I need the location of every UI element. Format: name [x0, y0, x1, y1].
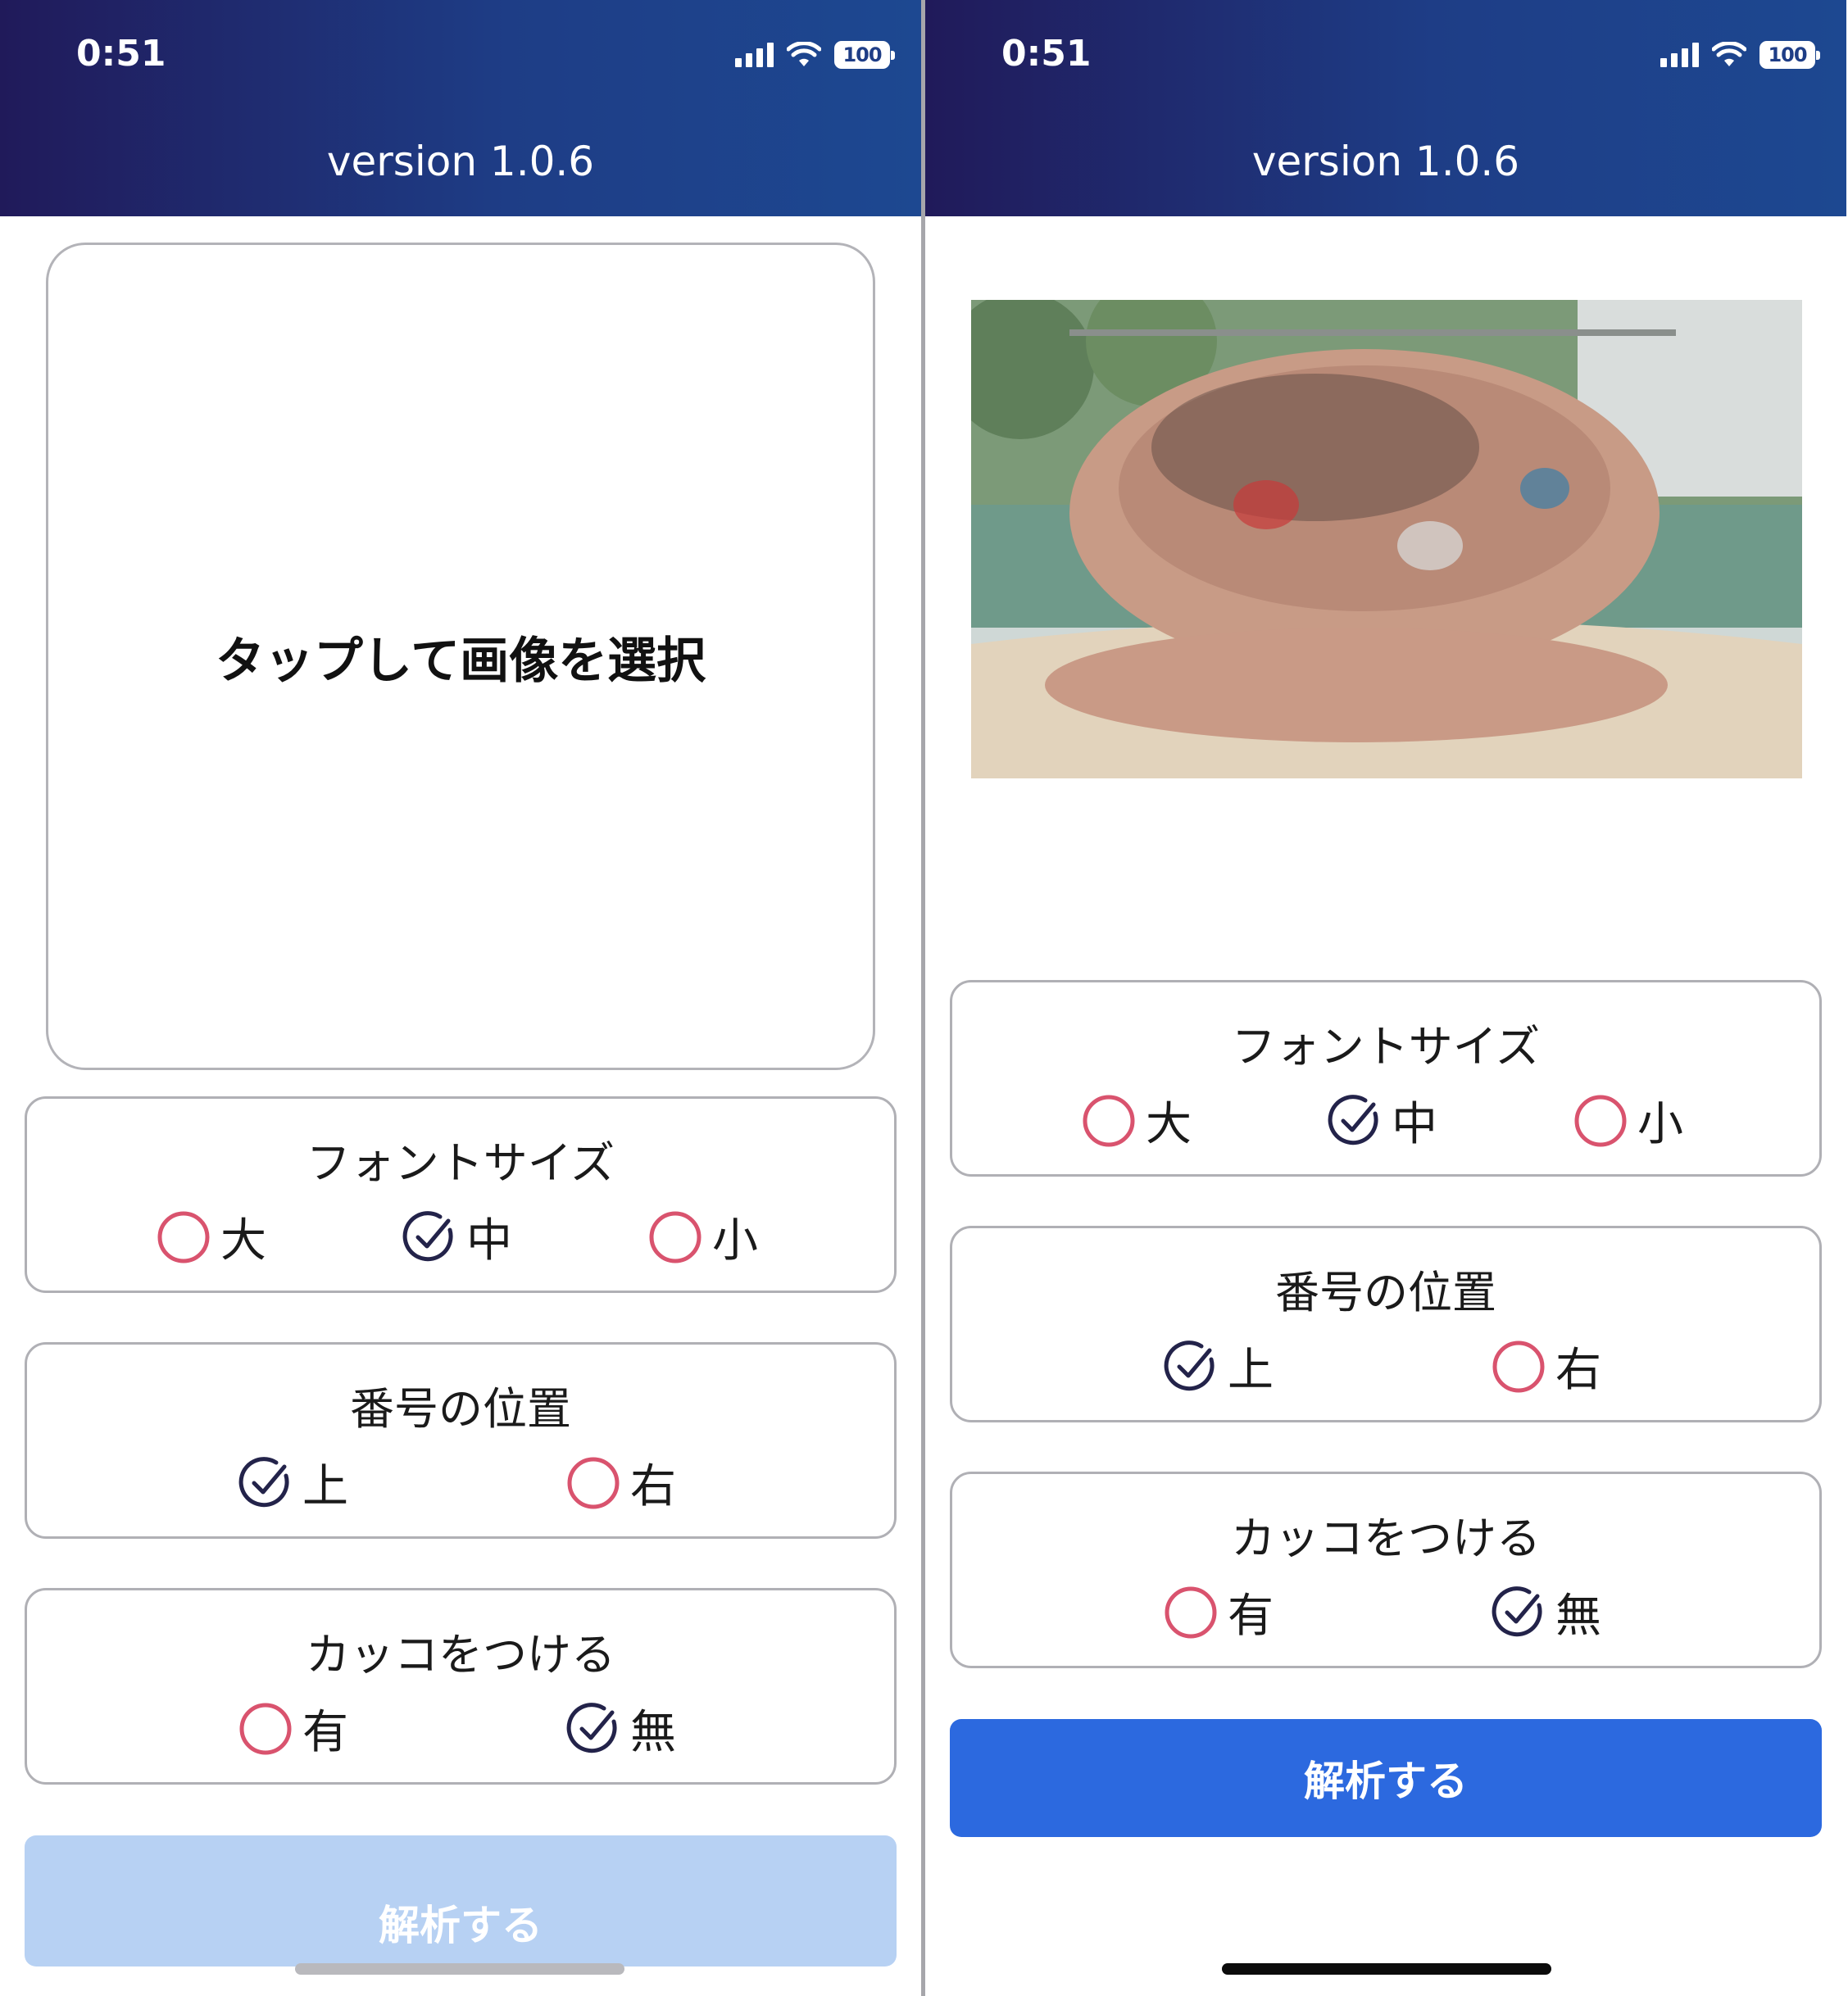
brackets-no-label: 無 — [630, 1706, 676, 1759]
number-position-title: 番号の位置 — [350, 1383, 571, 1435]
radio-unchecked-icon — [1165, 1586, 1217, 1638]
radio-unchecked-icon — [567, 1457, 620, 1508]
status-icons: 100 — [1660, 41, 1820, 69]
screen-after-image: 0:51 100 version 1.0.6 フォントサイズ 大 中 小 番号の… — [925, 0, 1846, 1996]
app-header: 0:51 100 version 1.0.6 — [925, 0, 1846, 216]
radio-unchecked-icon — [239, 1703, 292, 1754]
radio-unchecked-icon — [1492, 1340, 1545, 1392]
number-position-card: 番号の位置 上 右 — [950, 1226, 1822, 1422]
radio-checked-icon — [566, 1702, 617, 1753]
brackets-card: カッコをつける 有 無 — [25, 1588, 897, 1785]
brackets-option-no[interactable]: 無 — [1492, 1579, 1601, 1645]
status-time: 0:51 — [76, 33, 166, 75]
selected-photo[interactable] — [971, 300, 1802, 778]
image-picker-area[interactable]: タップして画像を選択 — [46, 243, 875, 1070]
number-position-option-right[interactable]: 右 — [566, 1449, 676, 1516]
battery-level: 100 — [1768, 43, 1807, 66]
font-size-large-label: 大 — [1146, 1098, 1192, 1151]
font-size-option-small[interactable]: 小 — [1573, 1087, 1683, 1154]
brackets-no-label: 無 — [1555, 1590, 1601, 1643]
number-position-option-right[interactable]: 右 — [1492, 1333, 1601, 1399]
brackets-option-yes[interactable]: 有 — [1164, 1579, 1274, 1645]
wifi-icon — [787, 42, 821, 68]
brackets-card: カッコをつける 有 無 — [950, 1472, 1822, 1668]
status-icons: 100 — [735, 41, 895, 69]
number-position-option-top[interactable]: 上 — [1164, 1333, 1274, 1399]
brackets-option-yes[interactable]: 有 — [238, 1695, 348, 1762]
font-size-medium-label: 中 — [466, 1214, 512, 1268]
font-size-option-large[interactable]: 大 — [1082, 1087, 1192, 1154]
signal-icon — [1660, 43, 1699, 67]
radio-checked-icon — [1328, 1094, 1378, 1145]
radio-unchecked-icon — [1083, 1095, 1135, 1146]
image-picker-prompt: タップして画像を選択 — [215, 632, 706, 690]
battery-icon: 100 — [834, 41, 895, 69]
battery-level: 100 — [842, 43, 882, 66]
analyze-button-label: 解析する — [379, 1902, 543, 1949]
radio-unchecked-icon — [649, 1211, 702, 1263]
font-size-medium-label: 中 — [1392, 1098, 1437, 1151]
font-size-card: フォントサイズ 大 中 小 — [950, 980, 1822, 1177]
number-position-right-label: 右 — [1555, 1344, 1601, 1397]
font-size-title: フォントサイズ — [306, 1137, 615, 1189]
font-size-large-label: 大 — [220, 1214, 266, 1268]
brackets-option-no[interactable]: 無 — [566, 1695, 676, 1762]
font-size-title: フォントサイズ — [1231, 1021, 1541, 1073]
brackets-yes-label: 有 — [302, 1706, 348, 1759]
number-position-option-top[interactable]: 上 — [238, 1449, 348, 1516]
font-size-option-small[interactable]: 小 — [648, 1204, 758, 1270]
group-photo-image — [971, 300, 1802, 778]
brackets-yes-label: 有 — [1228, 1590, 1274, 1643]
number-position-card: 番号の位置 上 右 — [25, 1342, 897, 1539]
font-size-card: フォントサイズ 大 中 小 — [25, 1096, 897, 1293]
radio-checked-icon — [402, 1210, 453, 1261]
analyze-button-disabled[interactable]: 解析する — [25, 1835, 897, 1967]
radio-checked-icon — [1492, 1585, 1542, 1636]
home-indicator[interactable] — [295, 1963, 624, 1975]
battery-icon: 100 — [1759, 41, 1820, 69]
font-size-option-medium[interactable]: 中 — [402, 1204, 512, 1270]
number-position-title: 番号の位置 — [1275, 1267, 1496, 1318]
number-position-right-label: 右 — [630, 1460, 676, 1513]
app-title: version 1.0.6 — [1251, 138, 1520, 185]
radio-unchecked-icon — [157, 1211, 210, 1263]
brackets-title: カッコをつける — [1231, 1513, 1541, 1564]
status-time: 0:51 — [1001, 33, 1092, 75]
app-title: version 1.0.6 — [326, 138, 595, 185]
analyze-button-label: 解析する — [1304, 1758, 1468, 1805]
radio-unchecked-icon — [1574, 1095, 1627, 1146]
radio-checked-icon — [1164, 1340, 1215, 1390]
app-header: 0:51 100 version 1.0.6 — [0, 0, 921, 216]
radio-checked-icon — [238, 1456, 289, 1507]
home-indicator[interactable] — [1222, 1963, 1551, 1975]
font-size-option-large[interactable]: 大 — [157, 1204, 266, 1270]
font-size-option-medium[interactable]: 中 — [1328, 1087, 1437, 1154]
font-size-small-label: 小 — [712, 1214, 758, 1268]
wifi-icon — [1712, 42, 1746, 68]
comparison-screenshot: 0:51 100 version 1.0.6 タップして画像を選択 フォントサイ… — [0, 0, 1848, 1996]
brackets-title: カッコをつける — [306, 1629, 615, 1681]
signal-icon — [735, 43, 774, 67]
number-position-top-label: 上 — [1228, 1344, 1274, 1397]
analyze-button[interactable]: 解析する — [950, 1719, 1822, 1837]
screen-before-image: 0:51 100 version 1.0.6 タップして画像を選択 フォントサイ… — [0, 0, 921, 1996]
font-size-small-label: 小 — [1637, 1098, 1683, 1151]
number-position-top-label: 上 — [302, 1460, 348, 1513]
